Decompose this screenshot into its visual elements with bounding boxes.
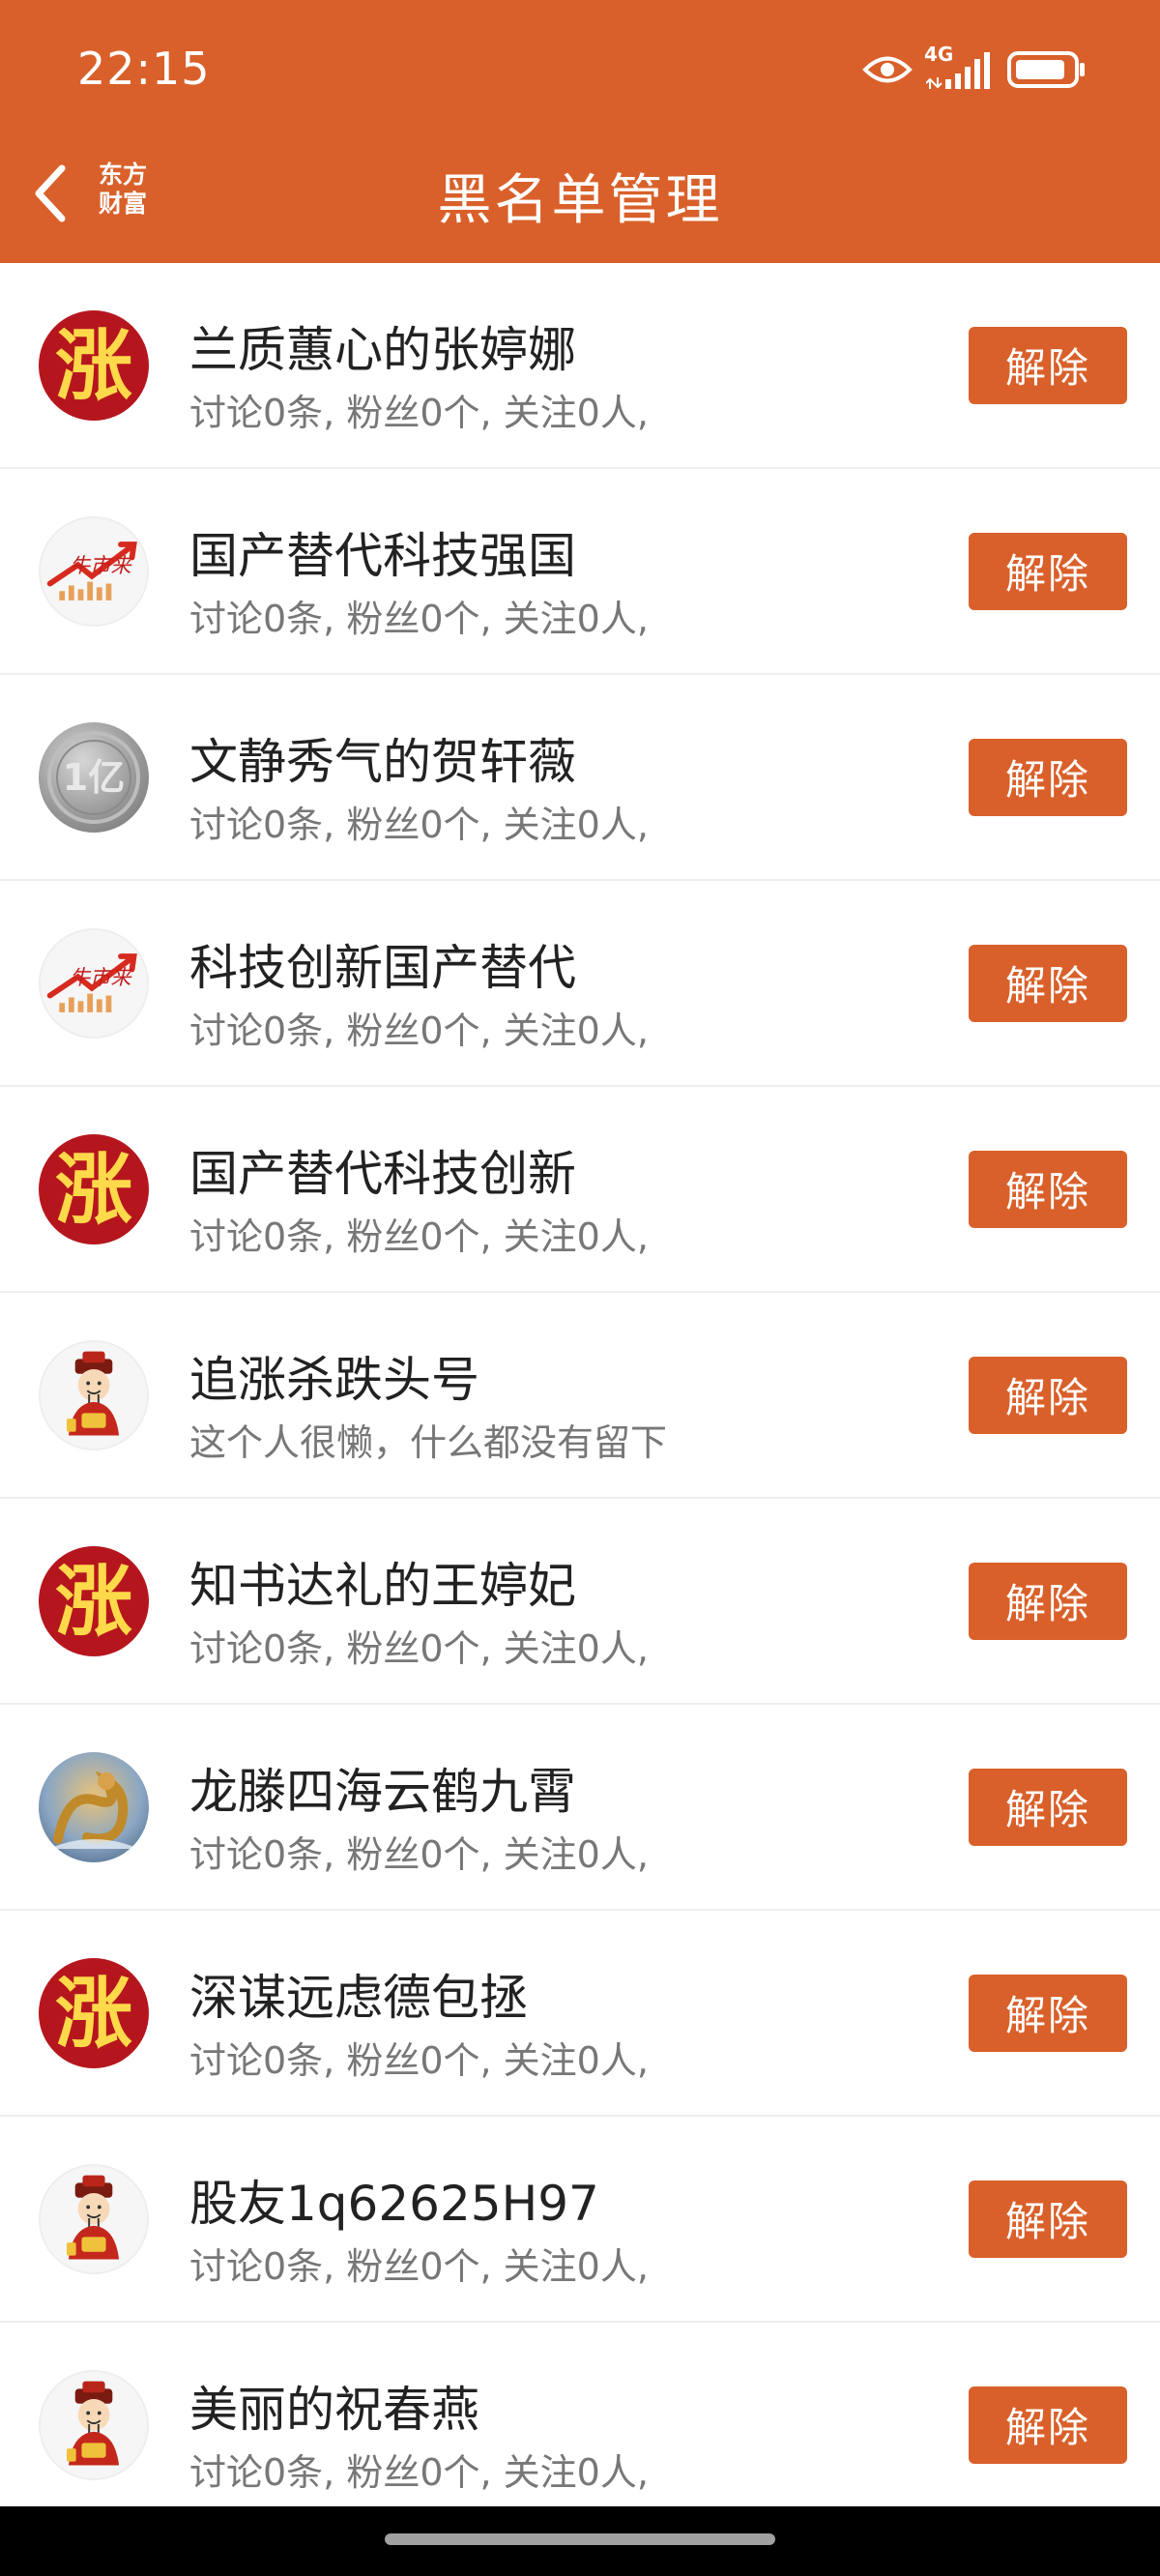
status-time: 22:15 xyxy=(77,43,211,95)
user-description: 讨论0条, 粉丝0个, 关注0人, xyxy=(189,804,649,846)
remove-button[interactable]: 解除 xyxy=(969,1356,1127,1434)
list-item: 牛市来 科技创新国产替代 讨论0条, 粉丝0个, 关注0人, 解除 xyxy=(0,881,1160,1087)
remove-button[interactable]: 解除 xyxy=(969,326,1127,404)
avatar-text: 涨 xyxy=(55,1967,132,2059)
user-name[interactable]: 科技创新国产替代 xyxy=(189,929,576,999)
remove-button[interactable]: 解除 xyxy=(969,2386,1127,2464)
fortune-god-avatar[interactable] xyxy=(39,2369,149,2480)
list-item: 美丽的祝春燕 讨论0条, 粉丝0个, 关注0人, 解除 xyxy=(0,2323,1160,2529)
user-name[interactable]: 国产替代科技创新 xyxy=(189,1135,576,1205)
zhang-avatar[interactable]: 涨 xyxy=(39,309,149,421)
avatar-text: 涨 xyxy=(55,1143,132,1235)
list-item: 龙滕四海云鹤九霄 讨论0条, 粉丝0个, 关注0人, 解除 xyxy=(0,1705,1160,1911)
list-item: 涨 深谋远虑德包拯 讨论0条, 粉丝0个, 关注0人, 解除 xyxy=(0,1911,1160,2117)
dragon-avatar[interactable] xyxy=(39,1751,149,1862)
list-item: 涨 国产替代科技创新 讨论0条, 粉丝0个, 关注0人, 解除 xyxy=(0,1087,1160,1293)
user-description: 讨论0条, 粉丝0个, 关注0人, xyxy=(189,1010,649,1052)
remove-button[interactable]: 解除 xyxy=(969,1768,1127,1846)
user-description: 讨论0条, 粉丝0个, 关注0人, xyxy=(189,598,649,640)
remove-button[interactable]: 解除 xyxy=(969,1562,1127,1640)
remove-button[interactable]: 解除 xyxy=(969,944,1127,1022)
app-header: 22:15 4G 东方 财富 黑名单管理 xyxy=(0,0,1160,263)
list-item: 牛市来 国产替代科技强国 讨论0条, 粉丝0个, 关注0人, 解除 xyxy=(0,469,1160,675)
home-indicator[interactable] xyxy=(385,2533,775,2545)
user-name[interactable]: 追涨杀跌头号 xyxy=(189,1341,479,1411)
status-icons: 4G xyxy=(862,43,1087,91)
battery-icon xyxy=(1007,50,1087,89)
remove-button[interactable]: 解除 xyxy=(969,1150,1127,1228)
remove-button[interactable]: 解除 xyxy=(969,738,1127,816)
zhang-avatar[interactable]: 涨 xyxy=(39,1133,149,1244)
eye-icon xyxy=(862,53,913,86)
user-name[interactable]: 龙滕四海云鹤九霄 xyxy=(189,1753,576,1823)
user-description: 讨论0条, 粉丝0个, 关注0人, xyxy=(189,1215,649,1258)
fortune-god-avatar[interactable] xyxy=(39,1339,149,1450)
signal-icon: 4G xyxy=(924,43,994,89)
user-description: 讨论0条, 粉丝0个, 关注0人, xyxy=(189,392,649,434)
zhang-avatar[interactable]: 涨 xyxy=(39,1545,149,1656)
user-name[interactable]: 文静秀气的贺轩薇 xyxy=(189,723,576,793)
user-name[interactable]: 美丽的祝春燕 xyxy=(189,2371,479,2441)
list-item: 股友1q62625H97 讨论0条, 粉丝0个, 关注0人, 解除 xyxy=(0,2117,1160,2323)
avatar-text: 涨 xyxy=(55,319,132,411)
user-name[interactable]: 国产替代科技强国 xyxy=(189,517,576,587)
user-description: 讨论0条, 粉丝0个, 关注0人, xyxy=(189,2039,649,2082)
user-description: 讨论0条, 粉丝0个, 关注0人, xyxy=(189,1627,649,1670)
avatar-text: 涨 xyxy=(55,1555,132,1647)
system-navigation-bar xyxy=(0,2506,1160,2576)
network-type-label: 4G xyxy=(924,43,954,66)
user-description: 这个人很懒，什么都没有留下 xyxy=(189,1421,668,1464)
bull-market-avatar[interactable]: 牛市来 xyxy=(39,515,149,627)
svg-text:1亿: 1亿 xyxy=(63,756,125,799)
user-name[interactable]: 深谋远虑德包拯 xyxy=(189,1959,528,2029)
remove-button[interactable]: 解除 xyxy=(969,532,1127,610)
remove-button[interactable]: 解除 xyxy=(969,2180,1127,2258)
fortune-god-avatar[interactable] xyxy=(39,2163,149,2274)
svg-text:牛市来: 牛市来 xyxy=(70,553,132,577)
user-description: 讨论0条, 粉丝0个, 关注0人, xyxy=(189,1833,649,1876)
user-name[interactable]: 股友1q62625H97 xyxy=(189,2165,599,2235)
user-description: 讨论0条, 粉丝0个, 关注0人, xyxy=(189,2245,649,2288)
coin-avatar[interactable]: 1亿 xyxy=(39,721,149,833)
zhang-avatar[interactable]: 涨 xyxy=(39,1957,149,2068)
blacklist: 涨 兰质蕙心的张婷娜 讨论0条, 粉丝0个, 关注0人, 解除 牛市来 国产替代… xyxy=(0,263,1160,2529)
user-name[interactable]: 兰质蕙心的张婷娜 xyxy=(189,311,576,381)
list-item: 涨 知书达礼的王婷妃 讨论0条, 粉丝0个, 关注0人, 解除 xyxy=(0,1499,1160,1705)
svg-text:牛市来: 牛市来 xyxy=(70,965,132,989)
remove-button[interactable]: 解除 xyxy=(969,1974,1127,2052)
list-item: 1亿 文静秀气的贺轩薇 讨论0条, 粉丝0个, 关注0人, 解除 xyxy=(0,675,1160,881)
list-item: 追涨杀跌头号 这个人很懒，什么都没有留下 解除 xyxy=(0,1293,1160,1499)
user-description: 讨论0条, 粉丝0个, 关注0人, xyxy=(189,2451,649,2494)
bull-market-avatar[interactable]: 牛市来 xyxy=(39,927,149,1039)
page-title: 黑名单管理 xyxy=(437,169,723,232)
list-item: 涨 兰质蕙心的张婷娜 讨论0条, 粉丝0个, 关注0人, 解除 xyxy=(0,263,1160,469)
user-name[interactable]: 知书达礼的王婷妃 xyxy=(189,1547,576,1617)
